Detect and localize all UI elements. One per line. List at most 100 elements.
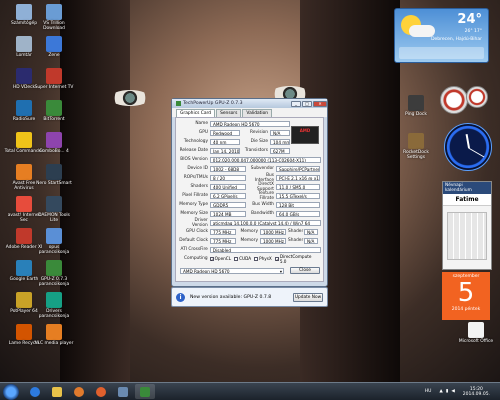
- field-value[interactable]: 11.0 / SM5.0: [276, 183, 320, 190]
- field-value[interactable]: N/A: [304, 237, 318, 244]
- field-value[interactable]: 1000 MHz: [260, 228, 286, 235]
- info-row: Pixel Fillrate 6.2 GPixel/s Texture Fillra…: [178, 191, 321, 201]
- update-now-button[interactable]: Update Now: [293, 292, 323, 302]
- tab-sensors[interactable]: Sensors: [216, 109, 242, 117]
- info-row: Memory Size 1024 MB Bandwidth 64.0 GB/s: [178, 210, 321, 217]
- field-label: Subvendor: [250, 166, 274, 171]
- clock-gadget[interactable]: [444, 123, 492, 171]
- field-value[interactable]: Sapphire/PCPartner (174B): [276, 165, 320, 172]
- taskbar-firefox[interactable]: [91, 384, 111, 399]
- field-value[interactable]: 1024 MB: [210, 210, 246, 217]
- field-value[interactable]: 6.2 GPixel/s: [210, 192, 246, 199]
- weather-gadget[interactable]: 24° 26° 17° Debrecen, Hajdú-Bihar: [394, 8, 489, 63]
- computing-checkbox[interactable]: ✓ OpenCL: [209, 254, 231, 264]
- tab-validation[interactable]: Validation: [242, 109, 273, 117]
- desktop-icon[interactable]: BitTorrent: [34, 100, 74, 122]
- app-icon: [46, 260, 62, 276]
- field-value[interactable]: GDDR5: [210, 201, 246, 208]
- network-icon[interactable]: ▮: [446, 389, 448, 394]
- desktop-icon-label: VS Trillion Download: [43, 21, 65, 31]
- field-value[interactable]: Disabled: [209, 246, 321, 253]
- field-label: Shader: [288, 229, 304, 234]
- chevron-down-icon: ▾: [279, 268, 282, 274]
- field-value[interactable]: AMD Radeon HD 5670: [210, 120, 290, 127]
- volume-icon[interactable]: ◀: [451, 389, 454, 394]
- computing-checkbox[interactable]: ✓ DirectCompute 5.0: [274, 254, 318, 264]
- ping-dock-icon: [408, 95, 424, 111]
- desktop-icon-office[interactable]: Microsoft Office: [456, 322, 496, 344]
- desktop-icon[interactable]: Nero StartSmart: [34, 164, 74, 186]
- app-icon: [118, 386, 128, 397]
- window-titlebar[interactable]: TechPowerUp GPU-Z 0.7.3 _ □ ✕: [172, 99, 327, 108]
- desktop-icon[interactable]: VLC media player: [34, 324, 74, 346]
- app-icon: [46, 164, 62, 180]
- calendar-grid: [447, 212, 487, 260]
- desktop-icon[interactable]: Drivers parancsikonja: [34, 292, 74, 319]
- field-value[interactable]: 627M: [270, 147, 290, 154]
- desktop-icon[interactable]: opus parancsikonja: [34, 228, 74, 255]
- desktop-icon[interactable]: ComboBo... 4: [34, 132, 74, 154]
- desktop-icon-rocketdock[interactable]: RocketDock Settings: [396, 133, 436, 160]
- date-tile[interactable]: szeptember 5 2014 péntek: [442, 272, 490, 320]
- weather-forecast-strip: [399, 47, 484, 59]
- maximize-button[interactable]: □: [302, 100, 312, 107]
- tab-strip: Graphics Card Sensors Validation: [172, 108, 327, 117]
- calendar-gadget[interactable]: Névnapi kalendárium Fatime: [442, 181, 492, 270]
- desktop-icon[interactable]: DAEMON Tools Lite: [34, 196, 74, 223]
- field-value[interactable]: 15.5 GTexel/s: [276, 192, 320, 199]
- taskbar-explorer[interactable]: [47, 384, 67, 399]
- start-button[interactable]: [3, 383, 19, 400]
- taskbar-ie[interactable]: [25, 384, 45, 399]
- tab-graphics-card[interactable]: Graphics Card: [176, 109, 216, 117]
- tray-up-arrow-icon[interactable]: ▲: [439, 389, 442, 394]
- minimize-button[interactable]: _: [291, 100, 301, 107]
- field-value[interactable]: 128 Bit: [276, 201, 320, 208]
- desktop-icon-label: DAEMON Tools Lite: [38, 213, 70, 223]
- date-tile-sub: 2014 péntek: [451, 307, 481, 312]
- field-value[interactable]: N/A: [270, 129, 290, 136]
- field-value[interactable]: 775 MHz: [210, 237, 236, 244]
- field-label: Transistors: [244, 148, 268, 153]
- desktop-icon[interactable]: Super Internet TV: [34, 68, 74, 90]
- field-value[interactable]: 40 nm: [210, 138, 240, 145]
- gpuz-window[interactable]: TechPowerUp GPU-Z 0.7.3 _ □ ✕ Graphics C…: [171, 98, 328, 287]
- field-label: Memory Type: [179, 202, 208, 207]
- field-value[interactable]: 400 Unified: [210, 183, 246, 190]
- folder-icon: [52, 386, 62, 397]
- computing-checkbox[interactable]: PhysX: [254, 254, 272, 264]
- update-notification: i New version available: GPU-Z 0.7.8 Upd…: [171, 287, 328, 307]
- field-label: Device ID: [187, 166, 208, 171]
- desktop-icon-ping-dock[interactable]: Ping Dock: [396, 95, 436, 117]
- field-label: Revision: [250, 130, 268, 135]
- field-value[interactable]: 1002 - 68D8: [210, 165, 246, 172]
- checkbox-box: [254, 256, 259, 261]
- info-row: Device ID 1002 - 68D8 Subvendor Sapphire/PC…: [178, 165, 321, 172]
- desktop-icon[interactable]: Zene: [34, 36, 74, 58]
- field-value[interactable]: 64.0 GB/s: [276, 210, 320, 217]
- field-value[interactable]: 104 mm²: [270, 138, 290, 145]
- close-button[interactable]: Close: [290, 267, 320, 274]
- field-value[interactable]: N/A: [304, 228, 318, 235]
- taskbar-app[interactable]: [113, 384, 133, 399]
- desktop-icon-label: opus parancsikonja: [38, 245, 70, 255]
- desktop-icon[interactable]: VS Trillion Download: [34, 4, 74, 31]
- taskbar-media[interactable]: [69, 384, 89, 399]
- tray-clock[interactable]: 15:20 2014.09.05.: [463, 387, 490, 397]
- field-value[interactable]: 012.020.000.047.000000 (113-C02604-X11): [209, 156, 321, 163]
- field-value[interactable]: PCI-E 2.1 x16 @ x16 1.1: [276, 174, 320, 181]
- computing-checkbox[interactable]: CUDA: [234, 254, 251, 264]
- taskbar-gpuz[interactable]: [135, 384, 155, 399]
- app-icon: [16, 164, 32, 180]
- language-indicator[interactable]: HU: [425, 389, 432, 394]
- desktop-icon[interactable]: GPU-Z 0.7.3 parancsikonja: [34, 260, 74, 287]
- field-value[interactable]: Redwood: [210, 129, 240, 136]
- field-label: BIOS Version: [180, 157, 208, 162]
- desktop-icon-label: Super Internet TV: [34, 85, 74, 90]
- field-value[interactable]: 8 / 20: [210, 174, 246, 181]
- device-select[interactable]: AMD Radeon HD 5670 ▾: [180, 267, 284, 274]
- field-value[interactable]: aticmdag 14.100.0.0 (Catalyst 14.4) / Wi…: [209, 219, 321, 226]
- field-value[interactable]: 1000 MHz: [260, 237, 286, 244]
- field-value[interactable]: Jan 14, 2010: [210, 147, 240, 154]
- close-window-button[interactable]: ✕: [313, 100, 327, 107]
- field-value[interactable]: 775 MHz: [210, 228, 236, 235]
